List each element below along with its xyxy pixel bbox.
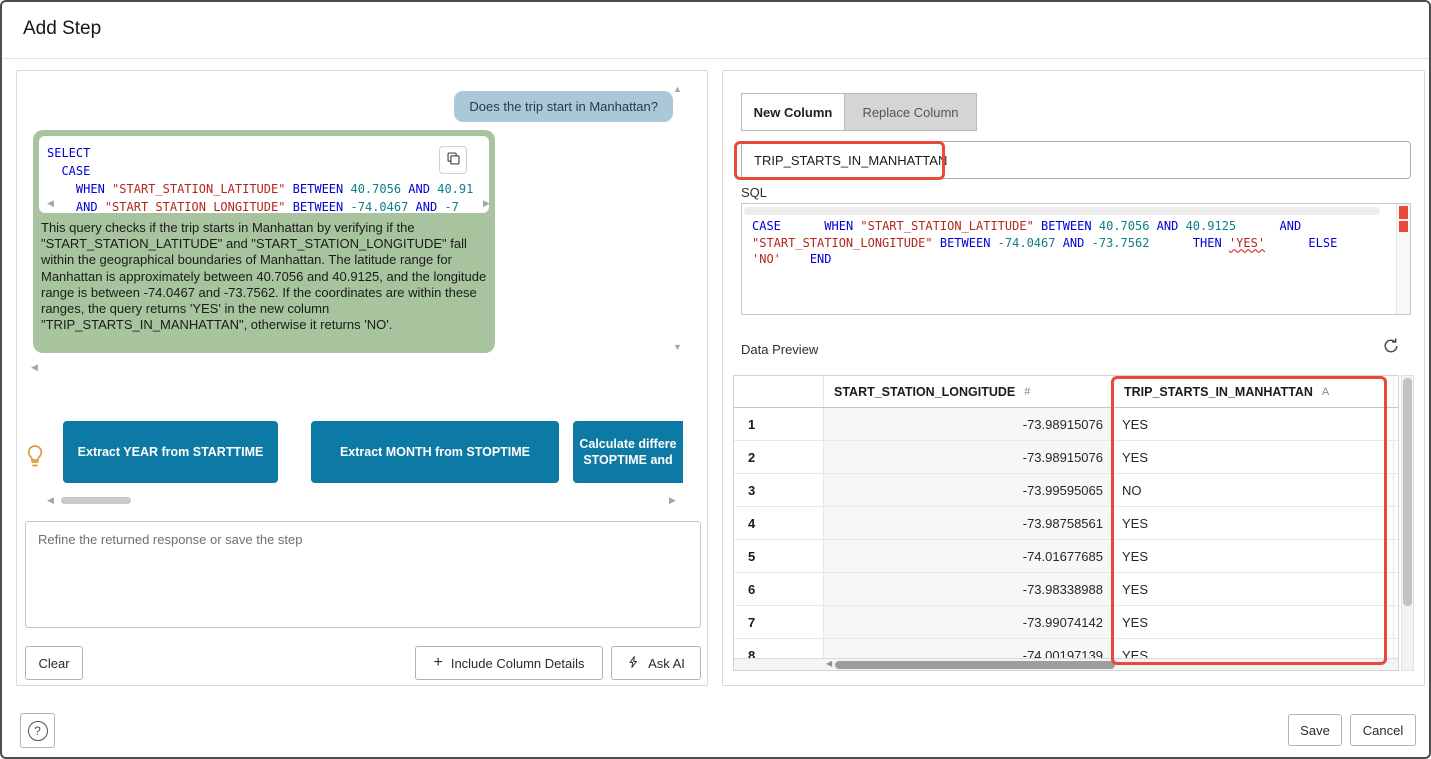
table-row[interactable]: 3-73.99595065NO [734,474,1398,507]
save-button[interactable]: Save [1288,714,1342,746]
suggestion-button[interactable]: Calculate differeSTOPTIME and [573,421,683,483]
suggestions-scroll-left-icon[interactable]: ◀ [47,496,54,505]
page-title: Add Step [23,18,101,40]
suggestions-scroll-right-icon[interactable]: ▶ [669,496,676,505]
clear-button[interactable]: Clear [25,646,83,680]
copy-icon [446,151,461,169]
table-row[interactable]: 6-73.98338988YES [734,573,1398,606]
suggestion-button[interactable]: Extract YEAR from STARTTIME [63,421,278,483]
row-number-header [734,376,824,407]
ai-explanation-text: This query checks if the trip starts in … [41,220,489,333]
vscroll-thumb[interactable] [1403,378,1412,606]
add-step-dialog: Add Step Does the trip start in Manhatta… [0,0,1431,759]
sql-editor[interactable]: CASE WHEN "START_STATION_LATITUDE" BETWE… [741,203,1411,315]
plus-icon: + [433,654,442,672]
scroll-up-icon[interactable]: ▲ [673,85,682,94]
hscroll-thumb[interactable] [835,661,1115,669]
chat-sql-code: SELECT CASE WHEN "START_STATION_LATITUDE… [47,144,481,213]
copy-button[interactable] [439,146,467,174]
column-editor-panel: New Column Replace Column SQL CASE WHEN … [722,70,1425,686]
cancel-button[interactable]: Cancel [1350,714,1416,746]
tab-replace-column[interactable]: Replace Column [844,93,977,131]
table-vertical-scrollbar[interactable] [1401,375,1414,671]
sql-snippet-box[interactable]: SELECT CASE WHEN "START_STATION_LATITUDE… [39,136,489,213]
filler-header [1394,376,1399,407]
sql-horizontal-scrollbar[interactable] [744,207,1380,215]
sql-code-text: CASE WHEN "START_STATION_LATITUDE" BETWE… [752,218,1386,268]
hscroll-left-icon[interactable]: ◀ [826,660,832,668]
column-header-manhattan[interactable]: TRIP_STARTS_IN_MANHATTAN A [1114,376,1394,407]
table-horizontal-scrollbar[interactable]: ◀ [734,658,1398,670]
sql-warning-marker [1399,206,1408,219]
text-type-icon: A [1322,386,1329,398]
refresh-icon [1382,337,1400,358]
ai-response-card: SELECT CASE WHEN "START_STATION_LATITUDE… [33,130,495,353]
table-row[interactable]: 4-73.98758561YES [734,507,1398,540]
sql-warning-marker [1399,221,1408,232]
table-header-row: START_STATION_LONGITUDE # TRIP_STARTS_IN… [734,376,1398,408]
data-preview-table: START_STATION_LONGITUDE # TRIP_STARTS_IN… [733,375,1399,671]
refresh-button[interactable] [1380,336,1402,358]
table-row[interactable]: 1-73.98915076YES [734,408,1398,441]
code-scroll-right-icon[interactable]: ▶ [483,199,489,208]
refine-prompt-input[interactable] [25,521,701,628]
user-question-bubble: Does the trip start in Manhattan? [454,91,673,122]
table-row[interactable]: 5-74.01677685YES [734,540,1398,573]
dialog-header: Add Step [2,2,1429,59]
sql-vertical-scrollbar[interactable] [1396,204,1410,314]
data-preview-label: Data Preview [741,342,818,357]
ask-ai-button[interactable]: Ask AI [611,646,701,680]
column-header-longitude[interactable]: START_STATION_LONGITUDE # [824,376,1114,407]
help-icon: ? [28,721,48,741]
tab-new-column[interactable]: New Column [741,93,845,131]
ai-chat-panel: Does the trip start in Manhattan? ▲ ▼ ◀ … [16,70,708,686]
numeric-type-icon: # [1024,386,1030,398]
ai-spark-icon [627,655,640,672]
scroll-down-icon[interactable]: ▼ [673,343,682,352]
table-row[interactable]: 2-73.98915076YES [734,441,1398,474]
column-name-input[interactable] [741,141,1411,179]
sql-label: SQL [741,185,767,200]
scroll-left-icon[interactable]: ◀ [31,363,38,372]
lightbulb-icon [23,443,47,474]
table-body: 1-73.98915076YES2-73.98915076YES3-73.995… [734,408,1398,670]
help-button[interactable]: ? [20,713,55,748]
include-column-details-button[interactable]: + Include Column Details [415,646,603,680]
table-row[interactable]: 7-73.99074142YES [734,606,1398,639]
suggestion-button[interactable]: Extract MONTH from STOPTIME [311,421,559,483]
suggestions-scrollbar[interactable] [61,497,131,504]
code-scroll-left-icon[interactable]: ◀ [47,199,54,208]
